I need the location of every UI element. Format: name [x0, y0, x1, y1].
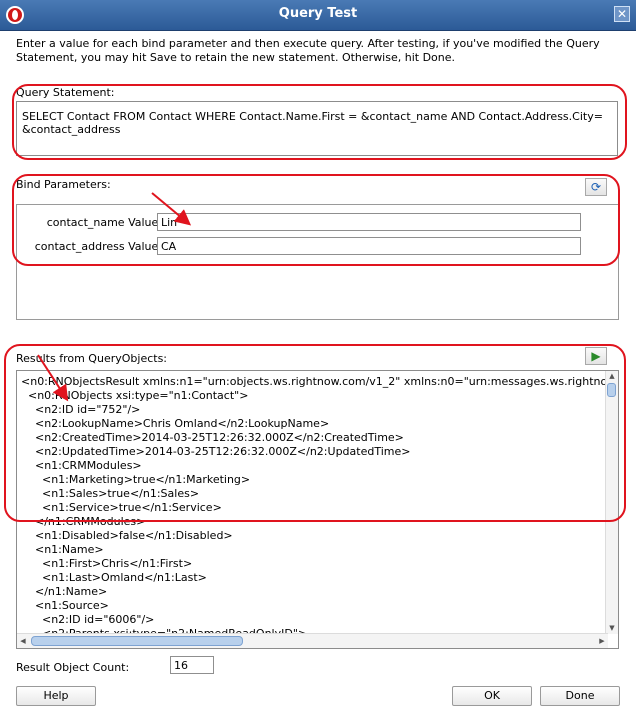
contact-address-input[interactable]	[157, 237, 581, 255]
scroll-left-icon[interactable]: ◀	[17, 634, 29, 648]
results-vertical-scrollbar[interactable]: ▲ ▼	[605, 371, 618, 634]
instructions-text: Enter a value for each bind parameter an…	[16, 37, 600, 64]
window-title: Query Test	[278, 6, 358, 21]
ok-button[interactable]: OK	[452, 686, 532, 706]
close-icon[interactable]: ✕	[614, 6, 630, 22]
execute-query-button[interactable]: ▶	[585, 347, 607, 365]
scroll-right-icon[interactable]: ▶	[596, 634, 608, 648]
refresh-params-button[interactable]: ⟳	[585, 178, 607, 196]
bind-parameters-panel: contact_name Value: contact_address Valu…	[16, 204, 619, 320]
run-icon: ▶	[591, 349, 601, 363]
results-panel[interactable]: <n0:RNObjectsResult xmlns:n1="urn:object…	[16, 370, 619, 649]
result-count-field[interactable]	[170, 656, 214, 674]
result-count-label: Result Object Count:	[16, 661, 130, 674]
scroll-up-icon[interactable]: ▲	[606, 371, 618, 382]
horizontal-scroll-thumb[interactable]	[31, 636, 243, 646]
results-horizontal-scrollbar[interactable]: ◀ ▶	[17, 633, 608, 648]
results-xml[interactable]: <n0:RNObjectsResult xmlns:n1="urn:object…	[21, 375, 609, 634]
title-bar: Query Test ✕	[0, 0, 636, 31]
contact-address-label: contact_address Value:	[34, 240, 162, 253]
contact-name-label: contact_name Value:	[46, 216, 162, 229]
bind-row-contact-name: contact_name Value:	[17, 213, 617, 233]
done-button[interactable]: Done	[540, 686, 620, 706]
bind-parameters-label: Bind Parameters:	[16, 178, 111, 191]
query-statement-field[interactable]: SELECT Contact FROM Contact WHERE Contac…	[16, 101, 618, 156]
bind-row-contact-address: contact_address Value:	[17, 237, 617, 257]
help-button[interactable]: Help	[16, 686, 96, 706]
contact-name-input[interactable]	[157, 213, 581, 231]
query-statement-label: Query Statement:	[16, 86, 115, 99]
vertical-scroll-thumb[interactable]	[607, 383, 616, 397]
results-label: Results from QueryObjects:	[16, 352, 168, 365]
refresh-icon: ⟳	[590, 180, 602, 194]
